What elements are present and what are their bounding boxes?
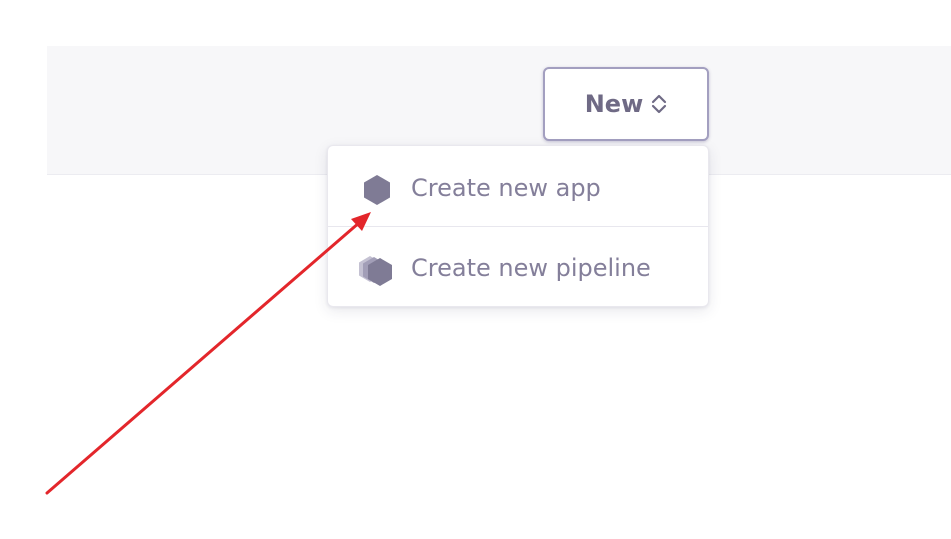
page: New Create new app Create new pipeline [0,0,951,539]
stacked-hexagons-icon [359,252,395,288]
menu-item-label: Create new app [411,174,601,202]
menu-item-label: Create new pipeline [411,254,651,282]
new-dropdown-menu: Create new app Create new pipeline [327,145,709,307]
menu-item-create-pipeline[interactable]: Create new pipeline [328,228,708,308]
chevron-up-down-icon [651,93,667,115]
hexagon-icon [359,172,395,208]
new-button-label: New [584,90,644,118]
menu-divider [328,226,708,227]
menu-item-create-app[interactable]: Create new app [328,148,708,228]
new-button[interactable]: New [543,67,709,141]
